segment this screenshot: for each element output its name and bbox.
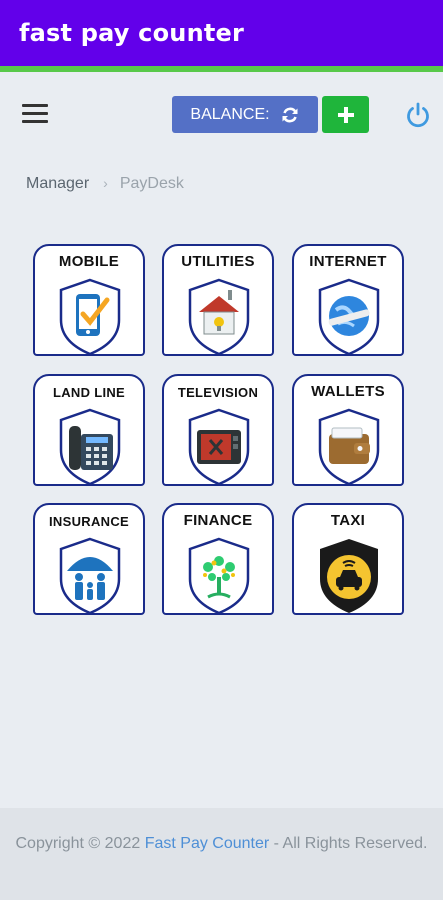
footer-company-link[interactable]: Fast Pay Counter <box>145 835 270 852</box>
power-icon[interactable] <box>404 101 432 129</box>
service-label: LAND LINE <box>52 385 126 400</box>
service-tile-insurance[interactable]: INSURANCE <box>33 503 145 615</box>
service-tile-finance[interactable]: FINANCE <box>162 503 274 615</box>
wallet-icon <box>318 408 380 484</box>
family-umbrella-icon <box>59 537 121 613</box>
service-tile-internet[interactable]: INTERNET <box>292 244 404 356</box>
footer: Copyright © 2022 Fast Pay Counter - All … <box>0 808 443 900</box>
breadcrumb-parent[interactable]: Manager <box>26 175 89 192</box>
app-bar-accent-line <box>0 66 443 72</box>
service-label: INTERNET <box>309 253 387 270</box>
service-label: FINANCE <box>183 512 253 529</box>
service-label: MOBILE <box>58 253 120 270</box>
breadcrumb: Manager › PayDesk <box>26 175 184 193</box>
footer-copyright: Copyright © 2022 <box>15 835 145 852</box>
refresh-icon[interactable] <box>280 105 300 125</box>
globe-icon <box>318 278 380 354</box>
service-label: INSURANCE <box>49 514 129 529</box>
utilities-house-icon <box>188 278 250 354</box>
hamburger-menu-icon[interactable] <box>22 103 48 125</box>
service-tile-utilities[interactable]: UTILITIES <box>162 244 274 356</box>
taxi-icon <box>320 539 378 613</box>
service-tile-television[interactable]: TELEVISION <box>162 374 274 486</box>
service-tile-wallets[interactable]: WALLETS <box>292 374 404 486</box>
service-tile-land-line[interactable]: LAND LINE <box>33 374 145 486</box>
service-label: TELEVISION <box>177 385 259 400</box>
breadcrumb-separator: › <box>103 175 108 191</box>
service-label: UTILITIES <box>181 253 255 270</box>
breadcrumb-current: PayDesk <box>119 175 184 192</box>
mobile-phone-icon <box>59 278 121 354</box>
footer-rights: - All Rights Reserved. <box>269 835 428 852</box>
landline-phone-icon <box>59 408 121 484</box>
television-icon <box>188 408 250 484</box>
add-button[interactable] <box>322 96 369 133</box>
service-label: TAXI <box>330 512 366 529</box>
plus-icon <box>337 106 354 123</box>
service-label: WALLETS <box>311 383 385 400</box>
service-tile-mobile[interactable]: MOBILE <box>33 244 145 356</box>
balance-button[interactable]: BALANCE: <box>172 96 318 133</box>
app-bar: fast pay counter <box>0 0 443 66</box>
balance-label: BALANCE: <box>190 105 270 123</box>
service-tile-taxi[interactable]: TAXI <box>292 503 404 615</box>
money-tree-icon <box>188 537 250 613</box>
app-title: fast pay counter <box>19 19 245 47</box>
